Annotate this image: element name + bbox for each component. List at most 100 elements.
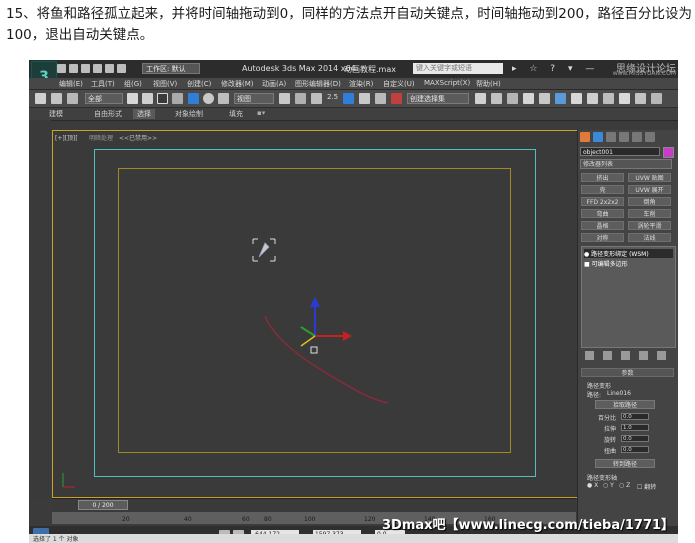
render-iterative-icon[interactable] [635,93,646,104]
ribbon-tab-modeling[interactable]: 建模 [49,109,63,119]
material-editor-icon[interactable] [571,93,582,104]
configure-sets-icon[interactable] [657,351,666,360]
search-input[interactable]: 键入关键字或短语 [413,63,503,74]
mirror-icon[interactable] [475,93,486,104]
menu-help[interactable]: 帮助(H) [476,79,501,89]
time-slider-thumb[interactable]: 0 / 200 [78,500,128,510]
menu-graph-editors[interactable]: 图形编辑器(D) [295,79,341,89]
display-tab-icon[interactable] [632,132,642,142]
axis-x-radio[interactable]: ● X [587,482,598,489]
modifier-lattice-button[interactable]: 晶格 [581,221,624,230]
selection-filter-select[interactable]: 全部 [85,93,123,104]
rotate-icon[interactable] [203,93,214,104]
menu-modifiers[interactable]: 修改器(M) [221,79,254,89]
modifier-stack[interactable]: ● 路径变形绑定 (WSM) ■ 可编辑多边形 [581,246,676,348]
motion-path[interactable] [264,315,389,404]
show-end-result-icon[interactable] [603,351,612,360]
render-activeshade-icon[interactable] [651,93,662,104]
modifier-normal-button[interactable]: 法线 [628,233,671,242]
curve-editor-icon[interactable] [539,93,550,104]
fish-object[interactable] [252,238,276,262]
stack-item-path-deform[interactable]: ● 路径变形绑定 (WSM) [584,249,673,258]
modifier-symmetry-button[interactable]: 对称 [581,233,624,242]
menu-maxscript[interactable]: MAXScript(X) [424,79,470,87]
rotation-field[interactable]: 0.0 [621,435,649,442]
menu-animation[interactable]: 动画(A) [262,79,286,89]
hold-icon[interactable] [117,64,126,73]
move-icon[interactable] [188,93,199,104]
link-icon[interactable] [35,93,46,104]
modifier-uvw-map-button[interactable]: UVW 贴图 [628,173,671,182]
modifier-extrude-button[interactable]: 挤出 [581,173,624,182]
menu-create[interactable]: 创建(C) [187,79,211,89]
modifier-ffd-button[interactable]: FFD 2x2x2 [581,197,624,206]
remove-modifier-icon[interactable] [639,351,648,360]
time-slider-bar[interactable]: 0 / 200 [52,498,576,512]
undo-icon[interactable] [93,64,102,73]
parameters-rollout-header[interactable]: 参数 [581,368,674,377]
pick-path-button[interactable]: 拾取路径 [595,400,655,409]
make-unique-icon[interactable] [621,351,630,360]
keyboard-shortcut-icon[interactable] [311,93,322,104]
schematic-view-icon[interactable] [555,93,566,104]
flip-checkbox[interactable]: ☐ 翻转 [637,482,656,491]
pivot-center-icon[interactable] [279,93,290,104]
unlink-icon[interactable] [51,93,62,104]
menu-edit[interactable]: 编辑(E) [59,79,83,89]
twist-field[interactable]: 0.0 [621,446,649,453]
reference-coordinate-select[interactable]: 视图 [234,93,274,104]
select-object-icon[interactable] [127,93,138,104]
move-to-path-button[interactable]: 转到路径 [595,459,655,468]
menu-group[interactable]: 组(G) [124,79,142,89]
rendered-frame-icon[interactable] [603,93,614,104]
axis-y-radio[interactable]: ○ Y [603,482,614,489]
ribbon-tab-populate[interactable]: 填充 [229,109,243,119]
select-by-name-icon[interactable] [142,93,153,104]
menu-tools[interactable]: 工具(T) [91,79,115,89]
modifier-unwrap-uvw-button[interactable]: UVW 展开 [628,185,671,194]
layer-manager-icon[interactable] [507,93,518,104]
render-production-icon[interactable] [619,93,630,104]
pin-stack-icon[interactable] [585,351,594,360]
graphite-toggle-icon[interactable] [523,93,534,104]
modify-tab-icon[interactable] [593,132,603,142]
spinner-snap-icon[interactable] [375,93,386,104]
object-color-swatch[interactable] [663,147,674,158]
utilities-tab-icon[interactable] [645,132,655,142]
modifier-list-select[interactable]: 修改器列表 [580,159,672,169]
angle-snap-icon[interactable] [343,93,354,104]
modifier-shell-button[interactable]: 壳 [581,185,624,194]
new-file-icon[interactable] [57,64,66,73]
workspace-select[interactable]: 工作区: 默认 [142,63,200,74]
motion-tab-icon[interactable] [619,132,629,142]
align-icon[interactable] [491,93,502,104]
percent-field[interactable]: 0.0 [621,413,649,420]
save-file-icon[interactable] [81,64,90,73]
window-crossing-icon[interactable] [172,93,183,104]
ribbon-tab-selection[interactable]: 选择 [133,109,155,119]
open-file-icon[interactable] [69,64,78,73]
top-viewport[interactable]: [+][顶][ 明暗处理 <<已禁用>> [52,130,580,498]
render-setup-icon[interactable] [587,93,598,104]
create-tab-icon[interactable] [580,132,590,142]
modifier-lathe-button[interactable]: 车削 [628,209,671,218]
modifier-bevel-button[interactable]: 倒角 [628,197,671,206]
hierarchy-tab-icon[interactable] [606,132,616,142]
menu-view[interactable]: 视图(V) [153,79,177,89]
bind-spacewarp-icon[interactable] [67,93,78,104]
select-manipulate-icon[interactable] [295,93,306,104]
infocenter-icons[interactable]: ▸ ☆ ? ▾ — [512,64,599,74]
named-selection-select[interactable]: 创建选择集 [407,93,469,104]
menu-customize[interactable]: 自定义(U) [383,79,415,89]
modifier-turbosmooth-button[interactable]: 涡轮平滑 [628,221,671,230]
modifier-bend-button[interactable]: 弯曲 [581,209,624,218]
move-gizmo[interactable] [300,297,352,354]
ribbon-tab-freeform[interactable]: 自由形式 [94,109,122,119]
snap-toggle-icon[interactable]: 2.5 [327,93,341,104]
stack-item-editable-poly[interactable]: ■ 可编辑多边形 [584,259,628,268]
ribbon-tab-object-paint[interactable]: 对象绘制 [175,109,203,119]
object-name-field[interactable]: object001 [580,147,660,156]
axis-z-radio[interactable]: ○ Z [619,482,630,489]
stretch-field[interactable]: 1.0 [621,424,649,431]
rect-selection-icon[interactable] [157,93,168,104]
